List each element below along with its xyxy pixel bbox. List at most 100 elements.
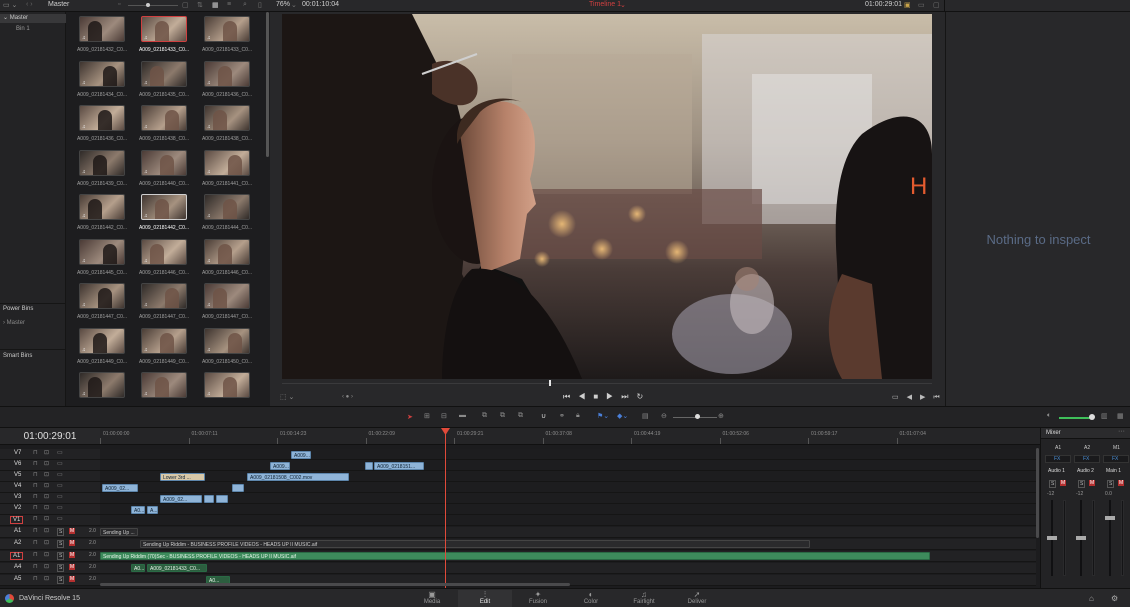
mute-button[interactable]: M	[69, 576, 76, 582]
search-icon[interactable]: ⌕	[243, 1, 247, 9]
linked-selection-icon[interactable]: ⚭	[559, 412, 565, 420]
clip-thumbnail[interactable]: ♫	[204, 60, 250, 87]
mixer-solo-button[interactable]: S	[1078, 480, 1086, 488]
track-visibility-icon[interactable]: ▭	[57, 471, 63, 478]
audio-monitor-icon[interactable]: ⊡	[44, 539, 49, 546]
viewer-mode-icon[interactable]: ▭	[918, 1, 925, 9]
flag-icon[interactable]: ⚑⌄	[597, 412, 609, 420]
track-visibility-icon[interactable]: ▭	[57, 449, 63, 456]
track-lane[interactable]	[100, 527, 1036, 538]
clip-thumbnail[interactable]: ♫	[141, 16, 187, 42]
thumb-size-slider[interactable]	[128, 5, 178, 6]
clip-thumbnail[interactable]: ♫	[204, 238, 250, 265]
panel-split-icon[interactable]: ▯	[258, 1, 262, 9]
audio-clip[interactable]: A0...	[131, 564, 145, 572]
clip-thumbnail[interactable]: ♫	[204, 149, 250, 176]
clip-thumbnail[interactable]: ♫	[141, 60, 187, 87]
mute-button[interactable]: M	[69, 552, 76, 558]
track-header[interactable]: V7 ⊓ ⊡ ▭	[0, 449, 100, 460]
track-visibility-icon[interactable]: ▭	[57, 460, 63, 467]
timeline-dropdown-icon[interactable]: ⌄	[620, 1, 626, 9]
solo-button[interactable]: S	[57, 528, 65, 536]
video-clip[interactable]	[232, 484, 244, 492]
video-clip[interactable]: A009...	[270, 462, 290, 470]
track-lane[interactable]	[100, 460, 1036, 471]
scrubber-bar[interactable]	[282, 383, 932, 384]
mute-button[interactable]: M	[69, 564, 76, 570]
solo-button[interactable]: S	[57, 552, 65, 560]
mixer-mute-button[interactable]: M	[1060, 480, 1067, 486]
viewer-frame[interactable]: H	[282, 14, 932, 379]
audio-clip[interactable]: Sending Up Riddim (70)Sec - BUSINESS PRO…	[100, 552, 930, 560]
thumb-size-slider-knob[interactable]	[146, 3, 150, 7]
page-tab-deliver[interactable]: ➚ Deliver	[670, 590, 724, 607]
zoom-out-icon[interactable]: ⊖	[661, 412, 667, 420]
power-bin-master[interactable]: › Master	[0, 320, 66, 326]
dynamic-trim-icon[interactable]: ⊟	[441, 412, 447, 420]
track-visibility-icon[interactable]: ▭	[57, 504, 63, 511]
timeline-ruler[interactable]: 01:00:00:00 01:00:07:11 01:00:14:23 01:00:2…	[100, 428, 1040, 445]
clip-thumbnail[interactable]: ♫	[79, 194, 125, 220]
clip-thumbnail[interactable]: ♫	[79, 283, 125, 309]
track-visibility-icon[interactable]: ▭	[57, 482, 63, 489]
bin-master[interactable]: ⌄ Master	[0, 14, 66, 23]
track-lane[interactable]	[100, 493, 1036, 504]
clip-thumbnail[interactable]: ♫	[204, 327, 250, 354]
clip-thumbnail[interactable]: ♫	[141, 149, 187, 176]
video-clip[interactable]: A009...	[291, 451, 311, 459]
video-clip[interactable]: A009_0218151...	[374, 462, 424, 470]
lock-icon[interactable]: ⊓	[33, 482, 38, 489]
track-header[interactable]: A4 ⊓ ⊡ S M 2.0	[0, 563, 100, 574]
clip-thumbnail[interactable]: ♫	[141, 283, 187, 309]
track-lane[interactable]	[100, 563, 1036, 574]
clip-thumbnail[interactable]: ♫	[141, 105, 187, 131]
lock-icon[interactable]: ⊓	[33, 539, 38, 546]
auto-select-icon[interactable]: ⊡	[44, 449, 49, 456]
mute-button[interactable]: M	[69, 528, 76, 534]
mixer-mute-button[interactable]: M	[1089, 480, 1096, 486]
snapping-icon[interactable]: ∪	[541, 412, 546, 420]
clip-thumbnail[interactable]: ♫	[141, 372, 187, 398]
track-lane[interactable]	[100, 515, 1036, 526]
clip-thumbnail[interactable]: ♫	[204, 372, 250, 398]
track-header[interactable]: V5 ⊓ ⊡ ▭	[0, 471, 100, 482]
settings-gear-icon[interactable]: ⚙	[1111, 594, 1118, 603]
audio-clip[interactable]: Sending Up Riddim - BUSINESS PROFILE VID…	[140, 540, 810, 548]
page-tab-color[interactable]: ◐ Color	[564, 590, 618, 607]
playhead-line[interactable]	[445, 428, 446, 588]
track-lane[interactable]	[100, 449, 1036, 460]
video-clip[interactable]	[365, 462, 373, 470]
track-header[interactable]: A1 ⊓ ⊡ S M 2.0	[0, 527, 100, 538]
track-visibility-icon[interactable]: ▭	[57, 493, 63, 500]
lock-icon[interactable]: ⊓	[33, 471, 38, 478]
zoom-dropdown-icon[interactable]: ⌄	[291, 1, 297, 9]
mixer-mute-button[interactable]: M	[1118, 480, 1125, 486]
track-header[interactable]: V6 ⊓ ⊡ ▭	[0, 460, 100, 471]
bin-bin1[interactable]: Bin 1	[0, 26, 66, 32]
track-header[interactable]: A1 ⊓ ⊡ S M 2.0	[0, 551, 100, 562]
mixer-solo-button[interactable]: S	[1049, 480, 1057, 488]
list-view-icon[interactable]: ≡	[227, 1, 231, 8]
timeline-zoom-knob[interactable]	[695, 414, 700, 419]
mixer-solo-button[interactable]: S	[1107, 480, 1115, 488]
viewer-options-icon[interactable]: ⬚ ⌄	[280, 393, 294, 401]
page-tab-media[interactable]: ▣ Media	[405, 590, 459, 607]
lock-icon[interactable]: ⊓	[33, 527, 38, 534]
mixer-options-icon[interactable]: ···	[1118, 428, 1125, 435]
replace-clip-icon[interactable]: ⧉	[518, 412, 523, 420]
lock-icon[interactable]: ⊓	[33, 575, 38, 582]
mute-button[interactable]: M	[69, 540, 76, 546]
clip-thumbnail[interactable]: ♫	[141, 327, 187, 354]
timeline-view-icon[interactable]: ▤	[642, 412, 649, 420]
clip-thumbnail[interactable]: ♫	[204, 16, 250, 42]
nav-back-icon[interactable]: ‹ ›	[26, 1, 33, 8]
auto-select-icon[interactable]: ⊡	[44, 482, 49, 489]
page-tab-fairlight[interactable]: ♫ Fairlight	[617, 590, 671, 607]
clip-thumbnail[interactable]: ♫	[141, 194, 187, 220]
track-header[interactable]: V2 ⊓ ⊡ ▭	[0, 504, 100, 515]
meter-icon[interactable]: ▦	[1117, 412, 1124, 420]
track-header[interactable]: A2 ⊓ ⊡ S M 2.0	[0, 539, 100, 550]
timeline-scrollbar[interactable]	[100, 583, 570, 586]
audio-monitor-icon[interactable]: ⊡	[44, 527, 49, 534]
clip-thumbnail[interactable]: ♫	[79, 149, 125, 176]
